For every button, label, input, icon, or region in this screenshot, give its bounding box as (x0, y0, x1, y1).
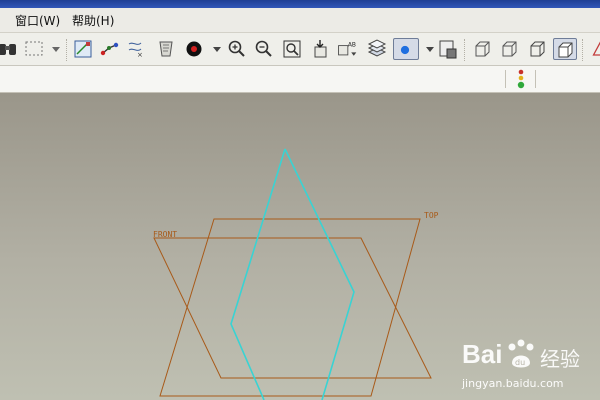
traffic-light-icon (517, 69, 525, 89)
view-manager-icon[interactable]: AB (336, 38, 362, 60)
watermark-brand-suffix: 经验 (540, 347, 580, 371)
status-bar (0, 66, 600, 93)
appearance-dropdown-icon[interactable] (206, 38, 221, 60)
reorient-icon[interactable] (309, 38, 331, 60)
toolbar-separator (582, 39, 584, 61)
ab-tag: AB (348, 42, 356, 48)
toolbar-separator (66, 39, 68, 61)
status-separator (535, 70, 536, 88)
hidden-line-icon[interactable] (498, 38, 520, 60)
refit-icon[interactable] (281, 38, 303, 60)
datum-axis-icon[interactable] (99, 38, 121, 60)
datum-plane-icon[interactable] (72, 38, 94, 60)
layers-icon[interactable] (366, 38, 388, 60)
graphics-viewport[interactable]: FRONT TOP Bai du 经验 jingyan.baidu.com (0, 93, 600, 400)
sketch-curve[interactable] (230, 148, 355, 400)
menu-help[interactable]: 帮助(H) (72, 12, 114, 29)
front-plane-label: FRONT (153, 230, 177, 239)
window-titlebar (0, 0, 600, 8)
datum-display-icon[interactable] (587, 38, 600, 60)
datum-point-icon[interactable]: × (125, 38, 147, 60)
main-toolbar: × AB (0, 33, 600, 66)
paw-logo-icon: du (508, 339, 534, 368)
appearance-sphere-icon[interactable] (183, 38, 205, 60)
shading-icon[interactable] (553, 38, 577, 60)
wireframe-icon[interactable] (471, 38, 493, 60)
watermark: Bai du 经验 jingyan.baidu.com (458, 333, 600, 400)
zoom-in-icon[interactable] (226, 38, 248, 60)
menu-window[interactable]: 窗口(W) (15, 12, 60, 29)
saved-views-icon[interactable] (437, 38, 459, 60)
top-plane[interactable]: TOP (159, 211, 439, 397)
no-hidden-icon[interactable] (526, 38, 548, 60)
toolbar-separator (464, 39, 466, 61)
svg-text:du: du (515, 358, 525, 367)
dropdown-icon[interactable] (45, 38, 61, 60)
zoom-out-icon[interactable] (253, 38, 275, 60)
menu-bar: 窗口(W) 帮助(H) (0, 8, 600, 33)
shade-dropdown-icon[interactable] (419, 38, 434, 60)
select-box-icon[interactable] (23, 38, 45, 60)
shade-icon[interactable] (393, 38, 419, 60)
watermark-brand: Bai (462, 339, 503, 369)
status-separator (505, 70, 506, 88)
coordinate-system-icon[interactable] (155, 38, 177, 60)
binoculars-icon[interactable] (0, 38, 19, 60)
front-plane[interactable]: FRONT (153, 230, 432, 379)
watermark-url: jingyan.baidu.com (462, 377, 564, 390)
svg-text:×: × (137, 51, 143, 59)
top-plane-label: TOP (424, 211, 439, 220)
